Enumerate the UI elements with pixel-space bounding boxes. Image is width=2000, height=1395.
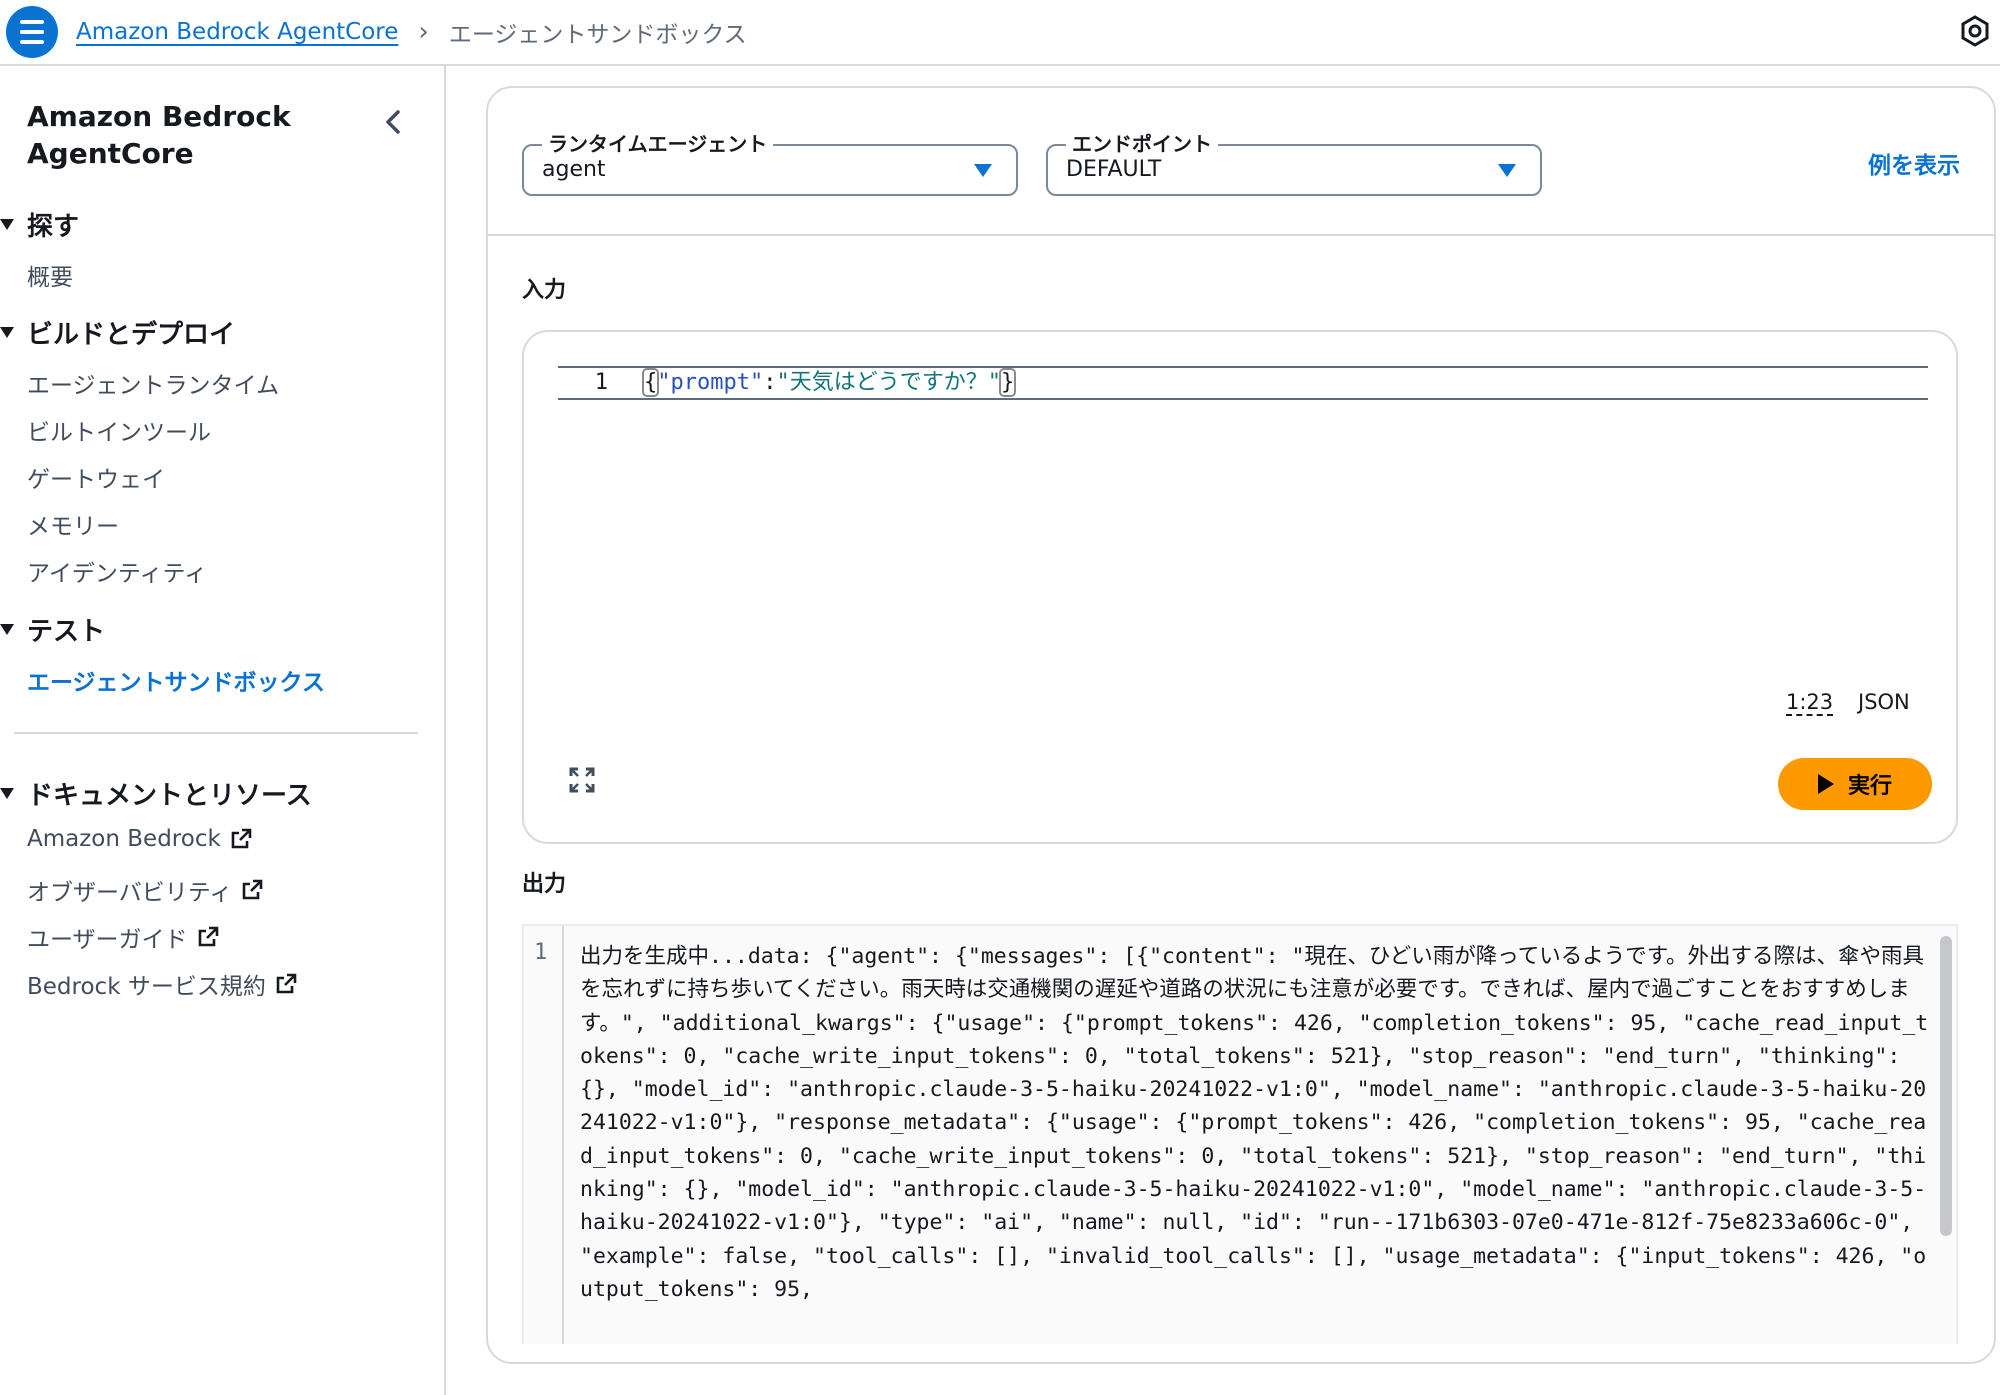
caret-down-icon bbox=[974, 164, 992, 177]
code-value: "天気はどうですか？" bbox=[776, 370, 1001, 395]
breadcrumb-link-agentcore[interactable]: Amazon Bedrock AgentCore bbox=[76, 19, 398, 45]
link-label: Amazon Bedrock bbox=[27, 826, 221, 852]
output-gutter: 1 bbox=[524, 926, 564, 1344]
caret-down-icon bbox=[0, 788, 14, 799]
cursor-position[interactable]: 1:23 bbox=[1786, 690, 1834, 716]
sidebar-item-agent-runtime[interactable]: エージェントランタイム bbox=[27, 366, 279, 400]
external-link-icon bbox=[276, 973, 297, 994]
section-test[interactable]: テスト bbox=[0, 611, 105, 648]
link-label: ユーザーガイド bbox=[27, 927, 188, 953]
section-label: ビルドとデプロイ bbox=[27, 320, 236, 350]
sidebar-link-amazon-bedrock[interactable]: Amazon Bedrock bbox=[27, 826, 253, 852]
endpoint-value: DEFAULT bbox=[1066, 157, 1162, 182]
sidebar-link-user-guide[interactable]: ユーザーガイド bbox=[27, 920, 220, 954]
code-text[interactable]: {"prompt":"天気はどうですか？"} bbox=[641, 368, 1017, 398]
breadcrumb-current: エージェントサンドボックス bbox=[448, 22, 747, 48]
external-link-icon bbox=[243, 879, 263, 900]
chevron-left-icon[interactable] bbox=[374, 102, 414, 142]
agent-sandbox-panel: ランタイムエージェント agent エンドポイント DEFAULT 例を表示 入… bbox=[486, 86, 1996, 1364]
caret-down-icon bbox=[0, 624, 14, 635]
code-colon: : bbox=[763, 370, 777, 395]
section-label: テスト bbox=[27, 617, 106, 647]
side-navigation: Amazon Bedrock AgentCore 探す 概要 ビルドとデプロイ … bbox=[0, 66, 446, 1395]
line-number: 1 bbox=[594, 370, 608, 395]
editor-language: JSON bbox=[1858, 690, 1910, 714]
section-label: ドキュメントとリソース bbox=[27, 781, 312, 811]
caret-down-icon bbox=[0, 219, 14, 230]
run-button-label: 実行 bbox=[1847, 774, 1892, 799]
run-button[interactable]: 実行 bbox=[1778, 758, 1932, 810]
link-label: オブザーバビリティ bbox=[27, 880, 233, 906]
caret-down-icon bbox=[0, 327, 14, 338]
hamburger-menu-icon[interactable] bbox=[6, 6, 58, 58]
runtime-agent-select[interactable]: ランタイムエージェント agent bbox=[522, 128, 1018, 196]
endpoint-select[interactable]: エンドポイント DEFAULT bbox=[1046, 128, 1542, 196]
external-link-icon bbox=[231, 828, 252, 849]
panel-header: ランタイムエージェント agent エンドポイント DEFAULT 例を表示 bbox=[488, 88, 1994, 236]
sidebar-title[interactable]: Amazon Bedrock AgentCore bbox=[27, 98, 367, 172]
endpoint-label: エンドポイント bbox=[1066, 128, 1218, 157]
sidebar-item-memory[interactable]: メモリー bbox=[27, 507, 119, 541]
section-docs-resources[interactable]: ドキュメントとリソース bbox=[0, 775, 312, 812]
output-code-viewer[interactable]: 1 出力を生成中...data: {"agent": {"messages": … bbox=[522, 924, 1958, 1344]
input-code-editor[interactable]: 1 {"prompt":"天気はどうですか？"} 1:23 JSON 実行 bbox=[522, 330, 1958, 844]
sidebar-link-observability[interactable]: オブザーバビリティ bbox=[27, 873, 264, 907]
section-explore[interactable]: 探す bbox=[0, 206, 79, 243]
sidebar-item-builtin-tools[interactable]: ビルトインツール bbox=[27, 413, 211, 447]
runtime-agent-value: agent bbox=[542, 157, 606, 182]
chevron-right-icon: › bbox=[418, 17, 429, 47]
section-label: 探す bbox=[27, 212, 80, 242]
sidebar-divider bbox=[14, 732, 418, 734]
external-link-icon bbox=[198, 926, 218, 947]
output-label: 出力 bbox=[522, 872, 567, 897]
show-examples-link[interactable]: 例を表示 bbox=[1868, 146, 1960, 180]
breadcrumb: Amazon Bedrock AgentCore › エージェントサンドボックス bbox=[76, 12, 747, 52]
output-scrollbar[interactable] bbox=[1940, 936, 1952, 1236]
output-text: 出力を生成中...data: {"agent": {"messages": [{… bbox=[580, 944, 1929, 1302]
code-brace-close: } bbox=[998, 368, 1017, 397]
link-label: Bedrock サービス規約 bbox=[27, 974, 266, 1000]
caret-down-icon bbox=[1498, 164, 1516, 177]
sidebar-item-agent-sandbox[interactable]: エージェントサンドボックス bbox=[27, 663, 325, 697]
sidebar-item-identity[interactable]: アイデンティティ bbox=[27, 554, 207, 588]
code-brace-open: { bbox=[641, 368, 660, 397]
code-key: "prompt" bbox=[657, 370, 764, 395]
section-build-deploy[interactable]: ビルドとデプロイ bbox=[0, 314, 235, 351]
sidebar-link-service-terms[interactable]: Bedrock サービス規約 bbox=[27, 967, 298, 1001]
top-navigation-bar: Amazon Bedrock AgentCore › エージェントサンドボックス bbox=[0, 0, 2000, 66]
runtime-agent-label: ランタイムエージェント bbox=[542, 128, 774, 157]
sidebar-item-gateway[interactable]: ゲートウェイ bbox=[27, 460, 165, 494]
input-label: 入力 bbox=[522, 278, 567, 303]
play-icon bbox=[1817, 774, 1834, 794]
fullscreen-icon[interactable] bbox=[568, 766, 596, 794]
settings-hexagon-icon[interactable] bbox=[1958, 14, 1992, 48]
line-number: 1 bbox=[534, 940, 548, 965]
sidebar-item-overview[interactable]: 概要 bbox=[27, 258, 73, 292]
code-line[interactable]: 1 {"prompt":"天気はどうですか？"} bbox=[558, 366, 1928, 400]
